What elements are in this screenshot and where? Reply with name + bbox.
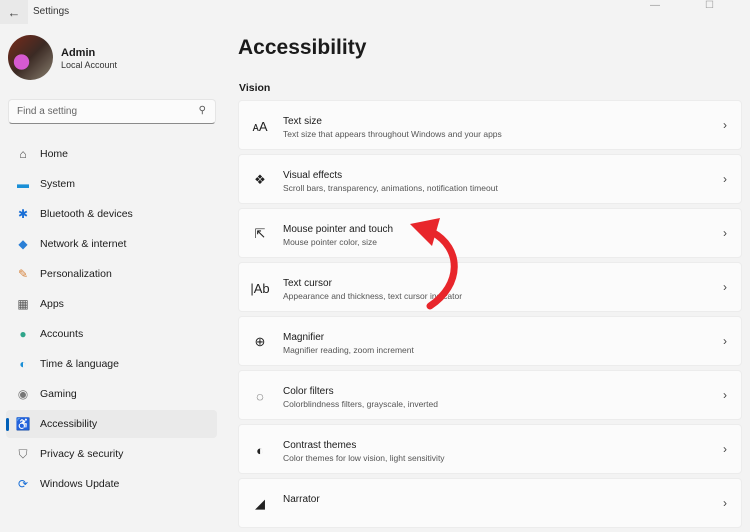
accounts-icon: ● <box>19 327 27 341</box>
page-title: Accessibility <box>238 36 367 59</box>
setting-card-color-filters[interactable]: ◌ Color filters Colorblindness filters, … <box>238 370 742 420</box>
accessibility-icon: ♿ <box>15 417 31 431</box>
card-subtitle: Text size that appears throughout Window… <box>283 129 502 139</box>
text-size-icon: ᴀA <box>252 118 268 134</box>
card-subtitle: Mouse pointer color, size <box>283 237 378 247</box>
apps-icon: ▦ <box>17 297 29 311</box>
card-subtitle: Scroll bars, transparency, animations, n… <box>283 183 498 193</box>
setting-card-text-cursor[interactable]: |Ab Text cursor Appearance and thickness… <box>238 262 742 312</box>
section-heading: Vision <box>239 82 271 94</box>
card-subtitle: Magnifier reading, zoom increment <box>283 345 414 355</box>
card-title: Text cursor <box>283 278 332 289</box>
sidebar-item-label: Privacy & security <box>40 448 124 460</box>
sidebar-item-accessibility[interactable]: ♿ Accessibility <box>6 410 217 438</box>
sidebar-item-label: Bluetooth & devices <box>40 208 133 220</box>
chevron-right-icon: › <box>723 280 727 294</box>
wifi-icon: ◆ <box>18 237 28 251</box>
user-name: Admin <box>61 47 96 59</box>
card-subtitle: Color themes for low vision, light sensi… <box>283 453 445 463</box>
back-button[interactable]: ← <box>0 0 28 24</box>
setting-card-magnifier[interactable]: ⊕ Magnifier Magnifier reading, zoom incr… <box>238 316 742 366</box>
sidebar-item-privacy-security[interactable]: ⛉ Privacy & security <box>6 440 217 468</box>
chevron-right-icon: › <box>723 442 727 456</box>
sidebar-item-label: Time & language <box>40 358 119 370</box>
contrast-icon: ◐ <box>256 442 264 458</box>
search-input[interactable]: Find a setting ⚲ <box>8 99 216 124</box>
bluetooth-icon: ✱ <box>17 207 29 221</box>
visual-effects-icon: ❖ <box>254 172 266 187</box>
back-arrow-icon: ← <box>7 4 21 20</box>
sidebar-item-accounts[interactable]: ● Accounts <box>6 320 217 348</box>
sidebar-nav: ⌂ Home ▬ System ✱ Bluetooth & devices ◆ Network… <box>6 140 217 500</box>
sidebar-item-label: Accounts <box>40 328 84 340</box>
shield-icon: ⛉ <box>18 446 28 461</box>
setting-card-contrast-themes[interactable]: ◐ Contrast themes Color themes for low v… <box>238 424 742 474</box>
text-cursor-icon: |Ab <box>250 280 270 296</box>
sidebar-item-network-internet[interactable]: ◆ Network & internet <box>6 230 217 258</box>
sidebar-item-label: Home <box>40 148 69 160</box>
update-icon: ⟳ <box>17 477 29 491</box>
sidebar-item-label: Apps <box>40 298 64 310</box>
setting-card-mouse-pointer-and-touch[interactable]: ⇱ Mouse pointer and touch Mouse pointer … <box>238 208 742 258</box>
sidebar-item-bluetooth-devices[interactable]: ✱ Bluetooth & devices <box>6 200 217 228</box>
chevron-right-icon: › <box>723 172 727 186</box>
brush-icon: ✎ <box>17 267 29 281</box>
sidebar-item-gaming[interactable]: ◉ Gaming <box>6 380 217 408</box>
sidebar-item-label: Accessibility <box>40 418 98 430</box>
card-title: Text size <box>283 116 322 127</box>
avatar <box>8 35 53 80</box>
card-title: Contrast themes <box>283 440 357 451</box>
card-title: Magnifier <box>283 332 325 343</box>
card-title: Color filters <box>283 386 334 397</box>
chevron-right-icon: › <box>723 118 727 132</box>
sidebar-item-label: Gaming <box>40 388 77 400</box>
system-icon: ▬ <box>17 177 29 191</box>
narrator-icon: ◢ <box>255 496 265 511</box>
sidebar-item-windows-update[interactable]: ⟳ Windows Update <box>6 470 217 498</box>
magnifier-icon: ⊕ <box>254 334 266 349</box>
setting-card-narrator[interactable]: ◢ Narrator › <box>238 478 742 528</box>
gaming-icon: ◉ <box>17 387 29 401</box>
account-type: Local Account <box>61 60 118 70</box>
chevron-right-icon: › <box>723 334 727 348</box>
title-bar: ← Settings — ☐ <box>0 0 750 24</box>
chevron-right-icon: › <box>723 388 727 402</box>
setting-card-visual-effects[interactable]: ❖ Visual effects Scroll bars, transparen… <box>238 154 742 204</box>
maximize-button[interactable]: ☐ <box>705 0 714 11</box>
setting-card-text-size[interactable]: ᴀA Text size Text size that appears thro… <box>238 100 742 150</box>
sidebar-item-time-language[interactable]: ◐ Time & language <box>6 350 217 378</box>
chevron-right-icon: › <box>723 496 727 510</box>
card-title: Visual effects <box>283 170 343 181</box>
minimize-button[interactable]: — <box>650 0 660 11</box>
sidebar-item-label: Network & internet <box>40 238 127 250</box>
sidebar-item-label: System <box>40 178 76 190</box>
mouse-pointer-icon: ⇱ <box>254 226 266 241</box>
settings-list: ᴀA Text size Text size that appears thro… <box>238 100 742 532</box>
search-placeholder: Find a setting <box>17 106 78 117</box>
home-icon: ⌂ <box>19 147 27 161</box>
search-icon: ⚲ <box>198 105 206 116</box>
chevron-right-icon: › <box>723 226 727 240</box>
sidebar-item-system[interactable]: ▬ System <box>6 170 217 198</box>
sidebar-item-personalization[interactable]: ✎ Personalization <box>6 260 217 288</box>
sidebar-item-label: Windows Update <box>40 478 120 490</box>
card-title: Mouse pointer and touch <box>283 224 394 235</box>
sidebar-item-apps[interactable]: ▦ Apps <box>6 290 217 318</box>
card-subtitle: Appearance and thickness, text cursor in… <box>283 291 463 301</box>
app-title: Settings <box>33 6 70 17</box>
palette-icon: ◌ <box>256 388 264 404</box>
sidebar-item-label: Personalization <box>40 268 112 280</box>
sidebar-item-home[interactable]: ⌂ Home <box>6 140 217 168</box>
card-subtitle: Colorblindness filters, grayscale, inver… <box>283 399 438 409</box>
globe-icon: ◐ <box>19 357 27 371</box>
